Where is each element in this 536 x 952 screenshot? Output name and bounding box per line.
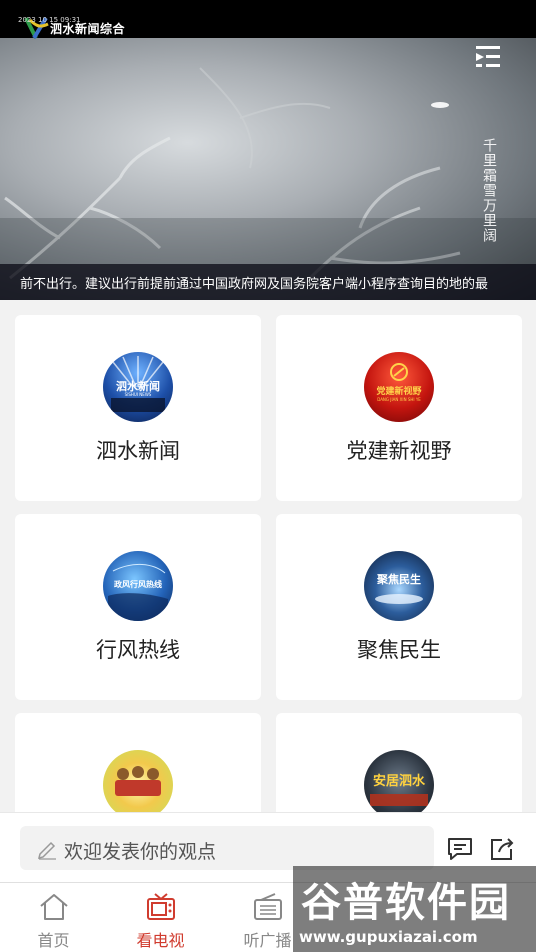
- program-card-6[interactable]: 安居泗水: [276, 713, 522, 812]
- program-grid: 泗水新闻 SISHUI NEWS 泗水新闻 党建新视野 DANG JIAN XI…: [0, 300, 536, 812]
- program-card-livelihood[interactable]: 聚焦民生 聚焦民生: [276, 514, 522, 700]
- video-frame[interactable]: 千里霜雪万里阔: [0, 38, 536, 300]
- video-player[interactable]: 千里霜雪万里阔 2023 10 15 09:31 泗水新闻综合 前不出行。建议出…: [0, 0, 536, 300]
- tab-tv[interactable]: 看电视: [107, 883, 214, 952]
- comment-input[interactable]: 欢迎发表你的观点: [20, 826, 434, 870]
- card-title: 泗水新闻: [96, 439, 180, 463]
- program-card-party-building[interactable]: 党建新视野 DANG JIAN XIN SHI YE 党建新视野: [276, 315, 522, 501]
- playlist-menu-icon[interactable]: [474, 44, 502, 70]
- pencil-icon: [37, 841, 56, 860]
- card-title: 行风热线: [96, 638, 180, 662]
- comment-placeholder: 欢迎发表你的观点: [64, 841, 217, 863]
- watermark-url: www.gupuxiazai.com: [299, 928, 478, 946]
- comment-list-icon[interactable]: [446, 835, 474, 863]
- party-building-thumb-label: 党建新视野: [376, 387, 422, 397]
- sishui-news-thumb-sub: SISHUI NEWS: [124, 392, 152, 397]
- program-card-5[interactable]: [15, 713, 261, 812]
- program-card-sishui-news[interactable]: 泗水新闻 SISHUI NEWS 泗水新闻: [15, 315, 261, 501]
- news-ticker: 前不出行。建议出行前提前通过中国政府网及国务院客户端小程序查询目的地的最: [0, 264, 536, 300]
- ticker-text: 前不出行。建议出行前提前通过中国政府网及国务院客户端小程序查询目的地的最: [20, 277, 489, 292]
- home-icon: [40, 894, 68, 920]
- tab-home[interactable]: 首页: [0, 883, 107, 952]
- program-5-thumbnail: [103, 750, 173, 812]
- program-6-thumbnail: 安居泗水: [364, 750, 434, 812]
- livelihood-thumbnail: 聚焦民生: [364, 551, 434, 621]
- channel-name: 泗水新闻综合: [50, 22, 126, 36]
- tv-icon: [147, 893, 175, 920]
- card-title: 党建新视野: [346, 439, 452, 463]
- share-icon[interactable]: [488, 835, 516, 863]
- radio-icon: [254, 893, 282, 920]
- party-building-thumbnail: 党建新视野 DANG JIAN XIN SHI YE: [364, 352, 434, 422]
- tab-tv-label: 看电视: [136, 931, 185, 950]
- video-scene: [0, 67, 536, 300]
- program-6-thumb-label: 安居泗水: [372, 774, 425, 789]
- hotline-thumbnail: 政风行风热线: [103, 551, 173, 621]
- card-title: 聚焦民生: [357, 638, 441, 662]
- livelihood-thumb-label: 聚焦民生: [377, 573, 421, 586]
- watermark-title: 谷普软件园: [301, 879, 511, 926]
- sishui-news-thumbnail: 泗水新闻 SISHUI NEWS: [103, 352, 173, 422]
- video-vertical-caption: 千里霜雪万里阔: [481, 138, 497, 243]
- hotline-thumb-label: 政风行风热线: [114, 580, 162, 589]
- tab-home-label: 首页: [37, 931, 70, 950]
- party-building-thumb-sub: DANG JIAN XIN SHI YE: [377, 397, 421, 402]
- watermark: 谷普软件园 www.gupuxiazai.com: [293, 866, 536, 952]
- program-card-hotline[interactable]: 政风行风热线 行风热线: [15, 514, 261, 700]
